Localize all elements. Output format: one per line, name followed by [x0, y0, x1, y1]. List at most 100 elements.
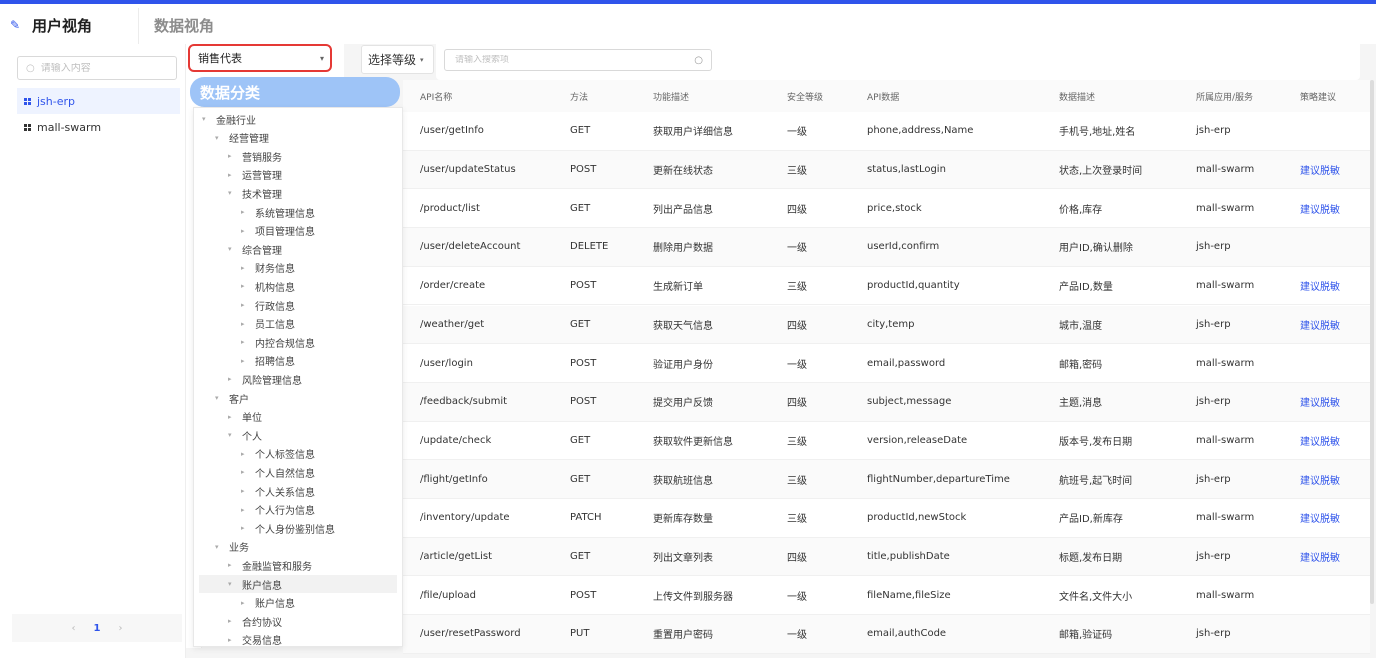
caret-right-icon[interactable]: ▸ [241, 320, 249, 328]
sidebar-search-input[interactable] [40, 62, 161, 74]
cell-suggestion[interactable]: 建议脱敏 [1300, 472, 1340, 487]
tree-node[interactable]: ▾ 经营管理 [215, 129, 269, 147]
tree-node-label: 经营管理 [229, 134, 269, 146]
tree-node[interactable]: ▸ 项目管理信息 [241, 222, 315, 240]
table-row[interactable]: /weather/get GET 获取天气信息 四级 city,temp 城市,温度 jsh… [403, 305, 1370, 345]
caret-down-icon[interactable]: ▾ [215, 394, 223, 402]
table-row[interactable]: /file/upload POST 上传文件到服务器 一级 fileName,fileS… [403, 576, 1370, 616]
tab-user-view[interactable]: ✎ 用户视角 [6, 6, 138, 44]
cell-suggestion[interactable]: 建议脱敏 [1300, 201, 1340, 216]
sidebar-item-mall-swarm[interactable]: mall-swarm [17, 114, 180, 140]
tree-node[interactable]: ▸ 个人关系信息 [241, 482, 315, 500]
caret-right-icon[interactable]: ▸ [241, 506, 249, 514]
caret-down-icon[interactable]: ▾ [228, 189, 236, 197]
caret-right-icon[interactable]: ▸ [241, 301, 249, 309]
tree-node[interactable]: ▸ 金融监管和服务 [228, 556, 312, 574]
cell-suggestion[interactable]: 建议脱敏 [1300, 433, 1340, 448]
caret-right-icon[interactable]: ▸ [228, 152, 236, 160]
level-select[interactable]: 选择等级 ▾ [361, 45, 434, 74]
caret-right-icon[interactable]: ▸ [228, 561, 236, 569]
app-grid-icon [24, 97, 31, 105]
table-row[interactable]: /user/deleteAccount DELETE 删除用户数据 一级 userId,… [403, 228, 1370, 267]
table-scrollbar[interactable] [1370, 80, 1374, 604]
tree-node[interactable]: ▸ 个人身份鉴别信息 [241, 519, 335, 537]
tree-node[interactable]: ▾ 客户 [215, 389, 249, 407]
tree-node[interactable]: ▾ 账户信息 [199, 575, 397, 593]
caret-down-icon[interactable]: ▾ [215, 134, 223, 142]
table-row[interactable]: /user/resetPassword PUT 重置用户密码 一级 email,auth… [403, 615, 1370, 654]
caret-right-icon[interactable]: ▸ [241, 208, 249, 216]
tree-node[interactable]: ▸ 员工信息 [241, 315, 295, 333]
search-icon[interactable]: ○ [694, 55, 703, 66]
caret-right-icon[interactable]: ▸ [241, 468, 249, 476]
tree-node[interactable]: ▸ 运营管理 [228, 166, 282, 184]
tree-node[interactable]: ▸ 账户信息 [241, 594, 295, 612]
tree-node[interactable]: ▸ 内控合规信息 [241, 333, 315, 351]
tree-node[interactable]: ▸ 机构信息 [241, 277, 295, 295]
tree-node[interactable]: ▸ 营销服务 [228, 147, 282, 165]
tree-node[interactable]: ▾ 技术管理 [228, 184, 282, 202]
tree-node[interactable]: ▾ 业务 [215, 538, 249, 556]
tree-node[interactable]: ▸ 个人自然信息 [241, 463, 315, 481]
caret-right-icon[interactable]: ▸ [241, 524, 249, 532]
caret-down-icon[interactable]: ▾ [228, 431, 236, 439]
tree-node[interactable]: ▸ 个人标签信息 [241, 445, 315, 463]
sidebar-search[interactable]: ○ [17, 56, 177, 80]
caret-right-icon[interactable]: ▸ [241, 599, 249, 607]
caret-right-icon[interactable]: ▸ [228, 171, 236, 179]
tree-node[interactable]: ▾ 金融行业 [202, 110, 256, 128]
cell-suggestion[interactable]: 建议脱敏 [1300, 394, 1340, 409]
caret-down-icon[interactable]: ▾ [202, 115, 210, 123]
table-row[interactable]: /feedback/submit POST 提交用户反馈 四级 subject,mess… [403, 382, 1370, 422]
caret-right-icon[interactable]: ▸ [241, 338, 249, 346]
tree-node[interactable]: ▸ 行政信息 [241, 296, 295, 314]
cell-api-name: /user/updateStatus [420, 164, 516, 176]
tab-data-view[interactable]: 数据视角 [154, 6, 214, 44]
api-search-input[interactable] [455, 55, 675, 65]
table-row[interactable]: /article/getList GET 列出文章列表 四级 title,publish… [403, 537, 1370, 577]
api-search[interactable]: ○ [444, 49, 712, 71]
caret-down-icon[interactable]: ▾ [215, 543, 223, 551]
caret-right-icon[interactable]: ▸ [228, 617, 236, 625]
tree-node[interactable]: ▸ 单位 [228, 408, 262, 426]
table-row[interactable]: /product/list GET 列出产品信息 四级 price,stock 价格,库存… [403, 189, 1370, 229]
pager-page-number[interactable]: 1 [94, 623, 101, 634]
table-row[interactable]: /user/login POST 验证用户身份 一级 email,password 邮箱,… [403, 344, 1370, 383]
cell-suggestion[interactable]: 建议脱敏 [1300, 278, 1340, 293]
pager-prev-icon[interactable]: ‹ [72, 623, 76, 634]
caret-right-icon[interactable]: ▸ [241, 357, 249, 365]
caret-right-icon[interactable]: ▸ [241, 487, 249, 495]
tree-node[interactable]: ▸ 招聘信息 [241, 352, 295, 370]
caret-right-icon[interactable]: ▸ [228, 375, 236, 383]
caret-right-icon[interactable]: ▸ [241, 282, 249, 290]
sidebar-item-jsh-erp[interactable]: jsh-erp [17, 88, 180, 114]
tree-node[interactable]: ▸ 个人行为信息 [241, 501, 315, 519]
role-dropdown[interactable]: 销售代表 ▾ [188, 44, 332, 72]
cell-suggestion[interactable]: 建议脱敏 [1300, 510, 1340, 525]
pager-next-icon[interactable]: › [118, 623, 122, 634]
tree-node[interactable]: ▾ 综合管理 [228, 240, 282, 258]
cell-suggestion[interactable]: 建议脱敏 [1300, 549, 1340, 564]
caret-down-icon[interactable]: ▾ [228, 245, 236, 253]
tree-node[interactable]: ▸ 交易信息 [228, 631, 282, 649]
table-row[interactable]: /user/getInfo GET 获取用户详细信息 一级 phone,address,… [403, 112, 1370, 151]
cell-suggestion[interactable]: 建议脱敏 [1300, 162, 1340, 177]
tree-node[interactable]: ▸ 合约协议 [228, 612, 282, 630]
caret-down-icon[interactable]: ▾ [228, 580, 236, 588]
tree-node[interactable]: ▸ 系统管理信息 [241, 203, 315, 221]
caret-right-icon[interactable]: ▸ [228, 413, 236, 421]
table-row[interactable]: /update/check GET 获取软件更新信息 三级 version,releas… [403, 422, 1370, 461]
cell-suggestion[interactable]: 建议脱敏 [1300, 317, 1340, 332]
caret-right-icon[interactable]: ▸ [228, 636, 236, 644]
tree-node[interactable]: ▸ 风险管理信息 [228, 370, 302, 388]
table-row[interactable]: /order/create POST 生成新订单 三级 productId,quanti… [403, 267, 1370, 306]
caret-right-icon[interactable]: ▸ [241, 227, 249, 235]
tree-node[interactable]: ▾ 个人 [228, 426, 262, 444]
tree-node[interactable]: ▸ 财务信息 [241, 259, 295, 277]
view-tabbar: ✎ 用户视角 数据视角 [0, 4, 1376, 44]
caret-right-icon[interactable]: ▸ [241, 264, 249, 272]
table-row[interactable]: /inventory/update PATCH 更新库存数量 三级 productId,… [403, 499, 1370, 538]
caret-right-icon[interactable]: ▸ [241, 450, 249, 458]
table-row[interactable]: /flight/getInfo GET 获取航班信息 三级 flightNumber,d… [403, 460, 1370, 499]
table-row[interactable]: /user/updateStatus POST 更新在线状态 三级 status,las… [403, 150, 1370, 190]
